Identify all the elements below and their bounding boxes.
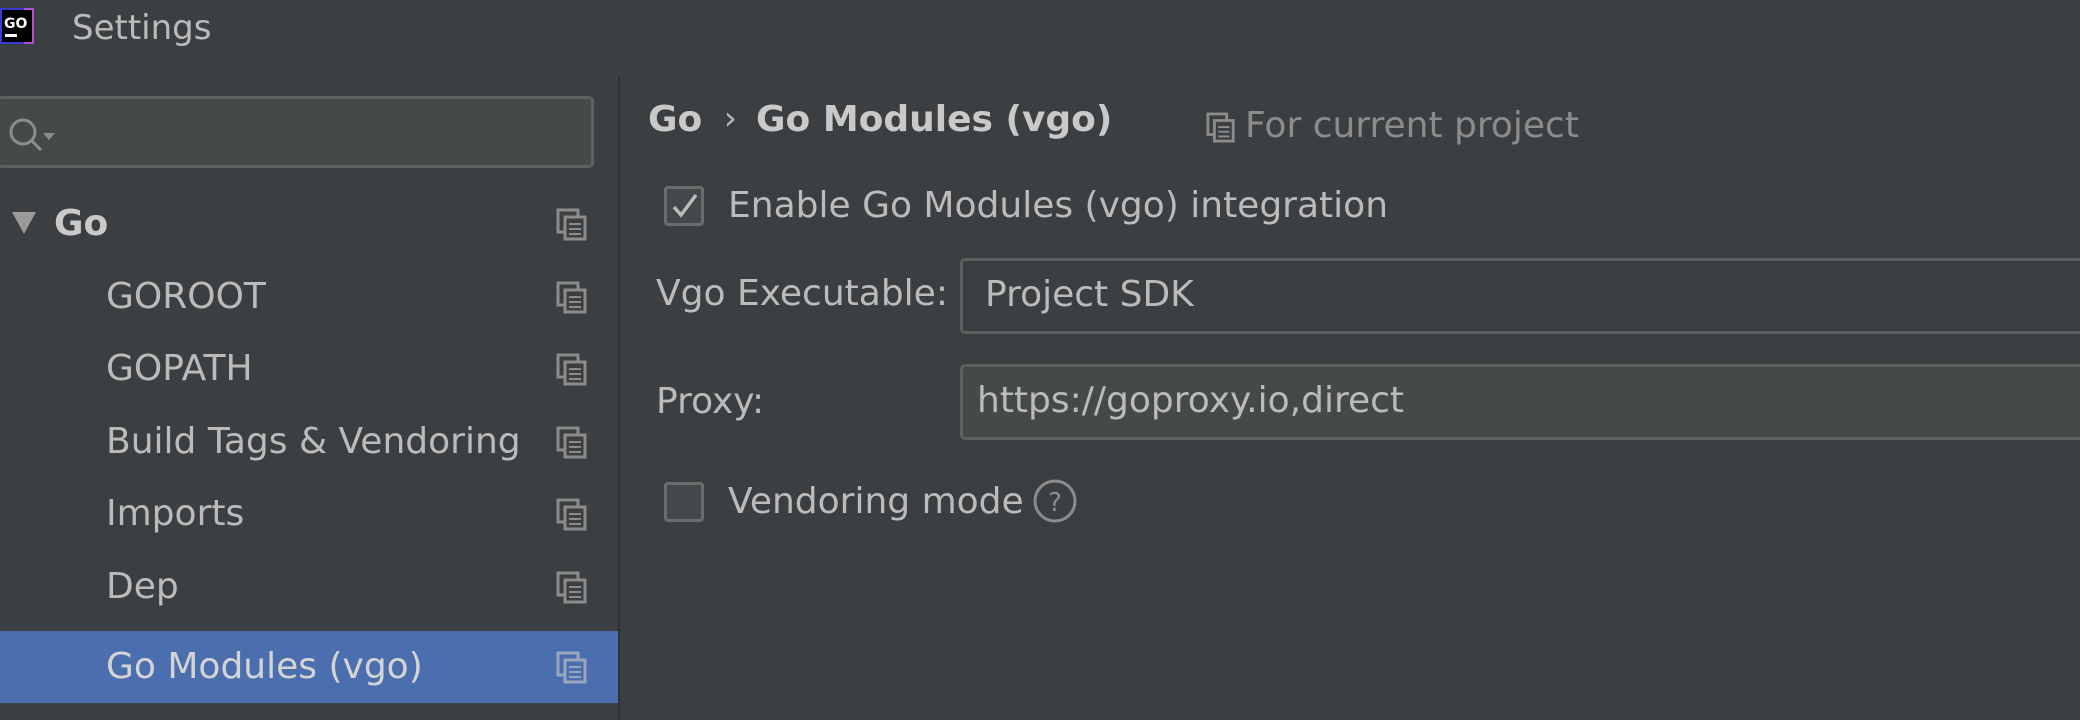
tree-item-goroot[interactable]: GOROOT	[0, 261, 618, 333]
project-scope-icon	[556, 498, 588, 532]
project-scope-icon	[556, 353, 588, 387]
enable-go-modules-label[interactable]: Enable Go Modules (vgo) integration	[728, 184, 1388, 228]
settings-content: Go › Go Modules (vgo) For current projec…	[620, 76, 2080, 720]
project-scope-icon	[556, 208, 588, 242]
settings-sidebar: Go GOROOT GOPATH Build Tags & Vendoring …	[0, 76, 618, 720]
search-input[interactable]	[63, 107, 567, 159]
tree-item-dep[interactable]: Dep	[0, 551, 618, 623]
tree-item-label: Dep	[106, 566, 179, 607]
enable-go-modules-checkbox[interactable]	[664, 186, 704, 226]
tree-item-go[interactable]: Go	[0, 188, 618, 260]
title-bar: GO Settings	[0, 0, 2080, 76]
project-scope-icon	[556, 281, 588, 315]
proxy-value[interactable]: https://goproxy.io,direct	[977, 379, 1404, 423]
proxy-input[interactable]: https://goproxy.io,direct	[960, 364, 2080, 440]
vendoring-mode-checkbox[interactable]	[664, 482, 704, 522]
tree-item-gopath[interactable]: GOPATH	[0, 333, 618, 405]
breadcrumb-separator: ›	[724, 99, 737, 137]
tree-item-label: GOROOT	[106, 276, 266, 317]
scope-label: For current project	[1245, 105, 1579, 146]
tree-item-imports[interactable]: Imports	[0, 478, 618, 550]
tree-item-go-modules[interactable]: Go Modules (vgo)	[0, 631, 618, 703]
search-icon[interactable]	[5, 115, 57, 155]
logo-text: GO	[4, 16, 27, 32]
project-scope-icon	[556, 651, 588, 685]
tree-item-build-tags[interactable]: Build Tags & Vendoring	[0, 406, 618, 478]
breadcrumb-parent[interactable]: Go	[648, 98, 702, 142]
vgo-executable-label: Vgo Executable:	[656, 273, 948, 314]
page-title: Go Modules (vgo)	[756, 99, 1113, 140]
tree-item-label: GOPATH	[106, 348, 253, 389]
tree-item-label: Go Modules (vgo)	[106, 646, 423, 687]
vendoring-mode-label[interactable]: Vendoring mode	[728, 480, 1024, 524]
expand-triangle-icon[interactable]	[10, 210, 38, 236]
tree-item-label: Imports	[106, 493, 245, 534]
project-scope-icon	[1206, 112, 1236, 144]
goland-logo-icon: GO	[0, 6, 36, 48]
checkmark-icon	[672, 193, 698, 218]
settings-search-box[interactable]	[0, 96, 594, 168]
tree-item-label: Build Tags & Vendoring	[106, 421, 521, 462]
project-scope-icon	[556, 571, 588, 605]
window-title: Settings	[72, 8, 212, 48]
help-icon[interactable]: ?	[1032, 478, 1078, 524]
proxy-label: Proxy:	[656, 381, 765, 422]
tree-item-label: Go	[54, 203, 109, 244]
project-scope-icon	[556, 426, 588, 460]
svg-text:?: ?	[1048, 488, 1062, 518]
vgo-executable-value: Project SDK	[985, 274, 1194, 315]
vgo-executable-select[interactable]: Project SDK	[960, 258, 2080, 334]
